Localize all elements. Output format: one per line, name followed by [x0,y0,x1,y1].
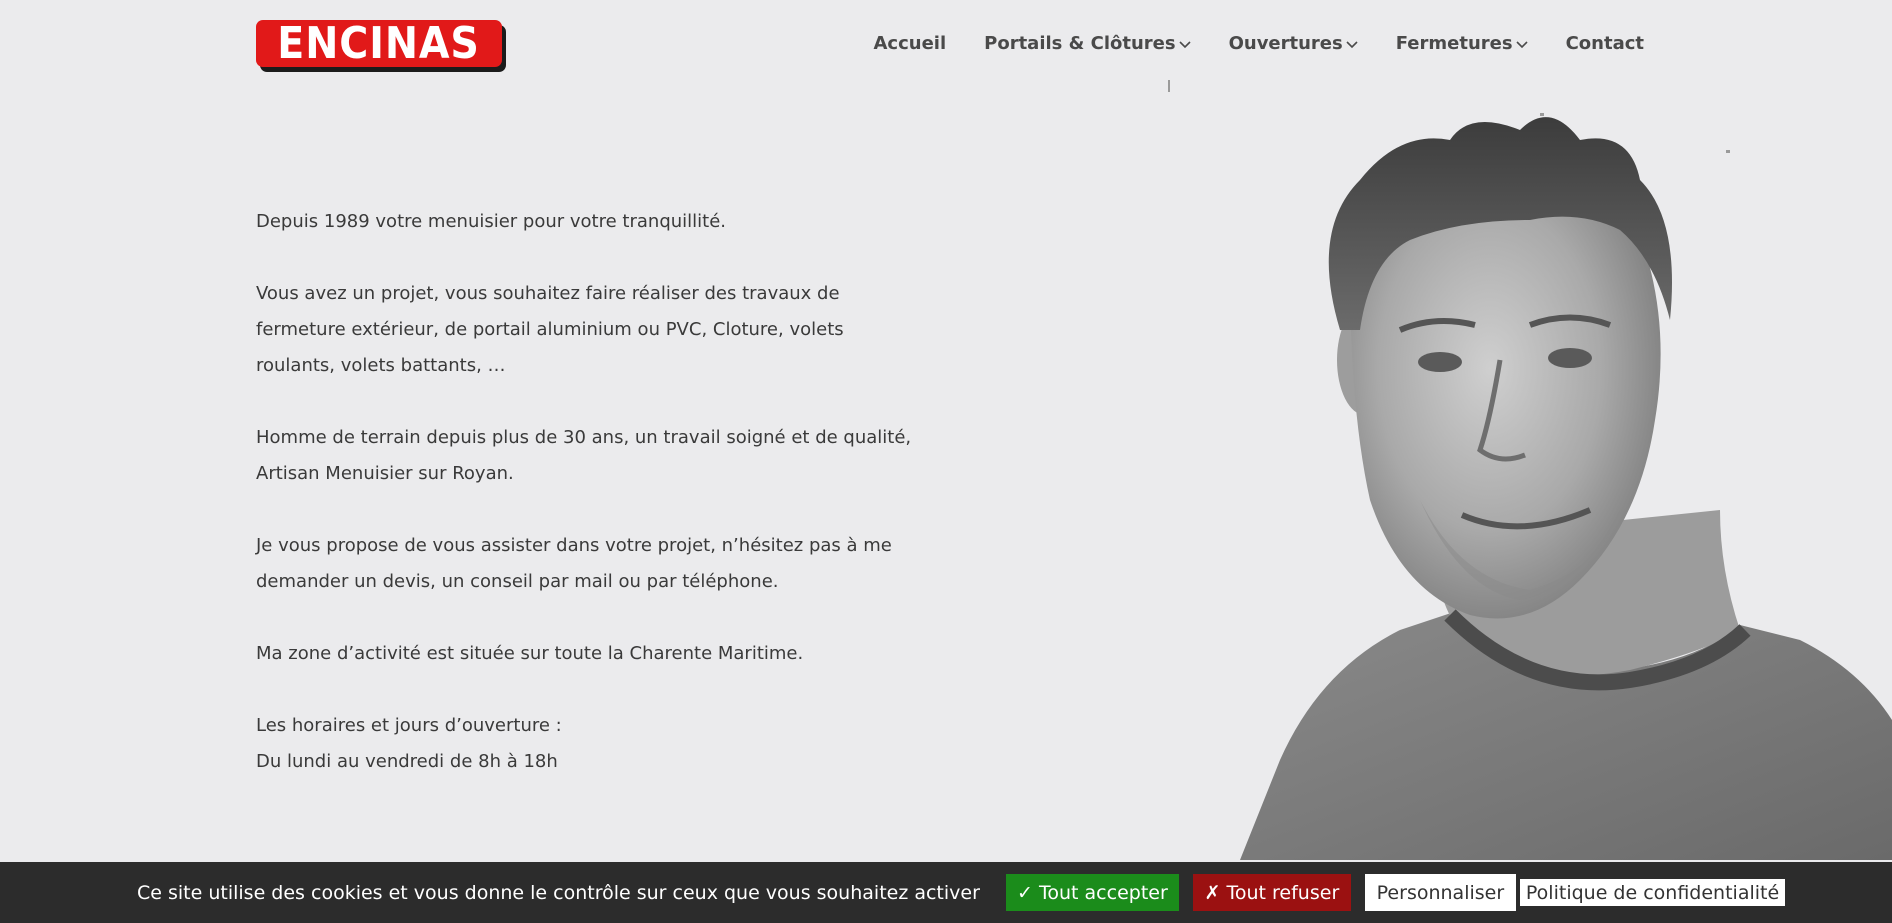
nav-item-label: Contact [1565,33,1644,54]
intro-paragraph: Vous avez un projet, vous souhaitez fair… [256,283,844,376]
accept-all-cookies-button[interactable]: ✓ Tout accepter [1005,874,1179,911]
nav-item-accueil[interactable]: Accueil [874,33,947,54]
nav-item-label: Ouvertures [1228,33,1343,54]
chevron-down-icon [1516,39,1528,49]
nav-item-label: Fermetures [1395,33,1513,54]
chevron-down-icon [1179,39,1191,49]
intro-content: Depuis 1989 votre menuisier pour votre t… [256,204,956,780]
intro-paragraph: Depuis 1989 votre menuisier pour votre t… [256,211,727,232]
hours-title: Les horaires et jours d’ouverture : [256,715,562,736]
logo-text: ENCINAS [277,17,481,69]
privacy-policy-link[interactable]: Politique de confidentialité [1519,879,1786,906]
nav-item-ouvertures[interactable]: Ouvertures [1229,33,1358,54]
nav-item-portails-clotures[interactable]: Portails & Clôtures [984,33,1191,54]
speck [1168,80,1170,92]
logo-face: ENCINAS [256,20,502,67]
customize-cookies-button[interactable]: Personnaliser [1364,874,1516,911]
intro-paragraph: Ma zone d’activité est située sur toute … [256,643,804,664]
nav-item-label: Portails & Clôtures [984,33,1176,54]
artisan-portrait [1240,117,1892,860]
page: ENCINAS Accueil Portails & Clôtures Ouve… [0,0,1892,923]
refuse-all-cookies-button[interactable]: ✗ Tout refuser [1192,874,1351,911]
hours-value: Du lundi au vendredi de 8h à 18h [256,751,558,772]
main-nav: Accueil Portails & Clôtures Ouvertures F… [874,33,1645,54]
intro-paragraph: Je vous propose de vous assister dans vo… [256,535,892,592]
nav-item-fermetures[interactable]: Fermetures [1396,33,1528,54]
cookie-banner-text: Ce site utilise des cookies et vous donn… [137,881,980,904]
encinas-logo[interactable]: ENCINAS [256,20,506,72]
nav-item-contact[interactable]: Contact [1566,33,1644,54]
chevron-down-icon [1346,39,1358,49]
intro-paragraph: Homme de terrain depuis plus de 30 ans, … [256,427,912,484]
nav-item-label: Accueil [873,33,947,54]
cookie-banner: Ce site utilise des cookies et vous donn… [0,862,1892,923]
